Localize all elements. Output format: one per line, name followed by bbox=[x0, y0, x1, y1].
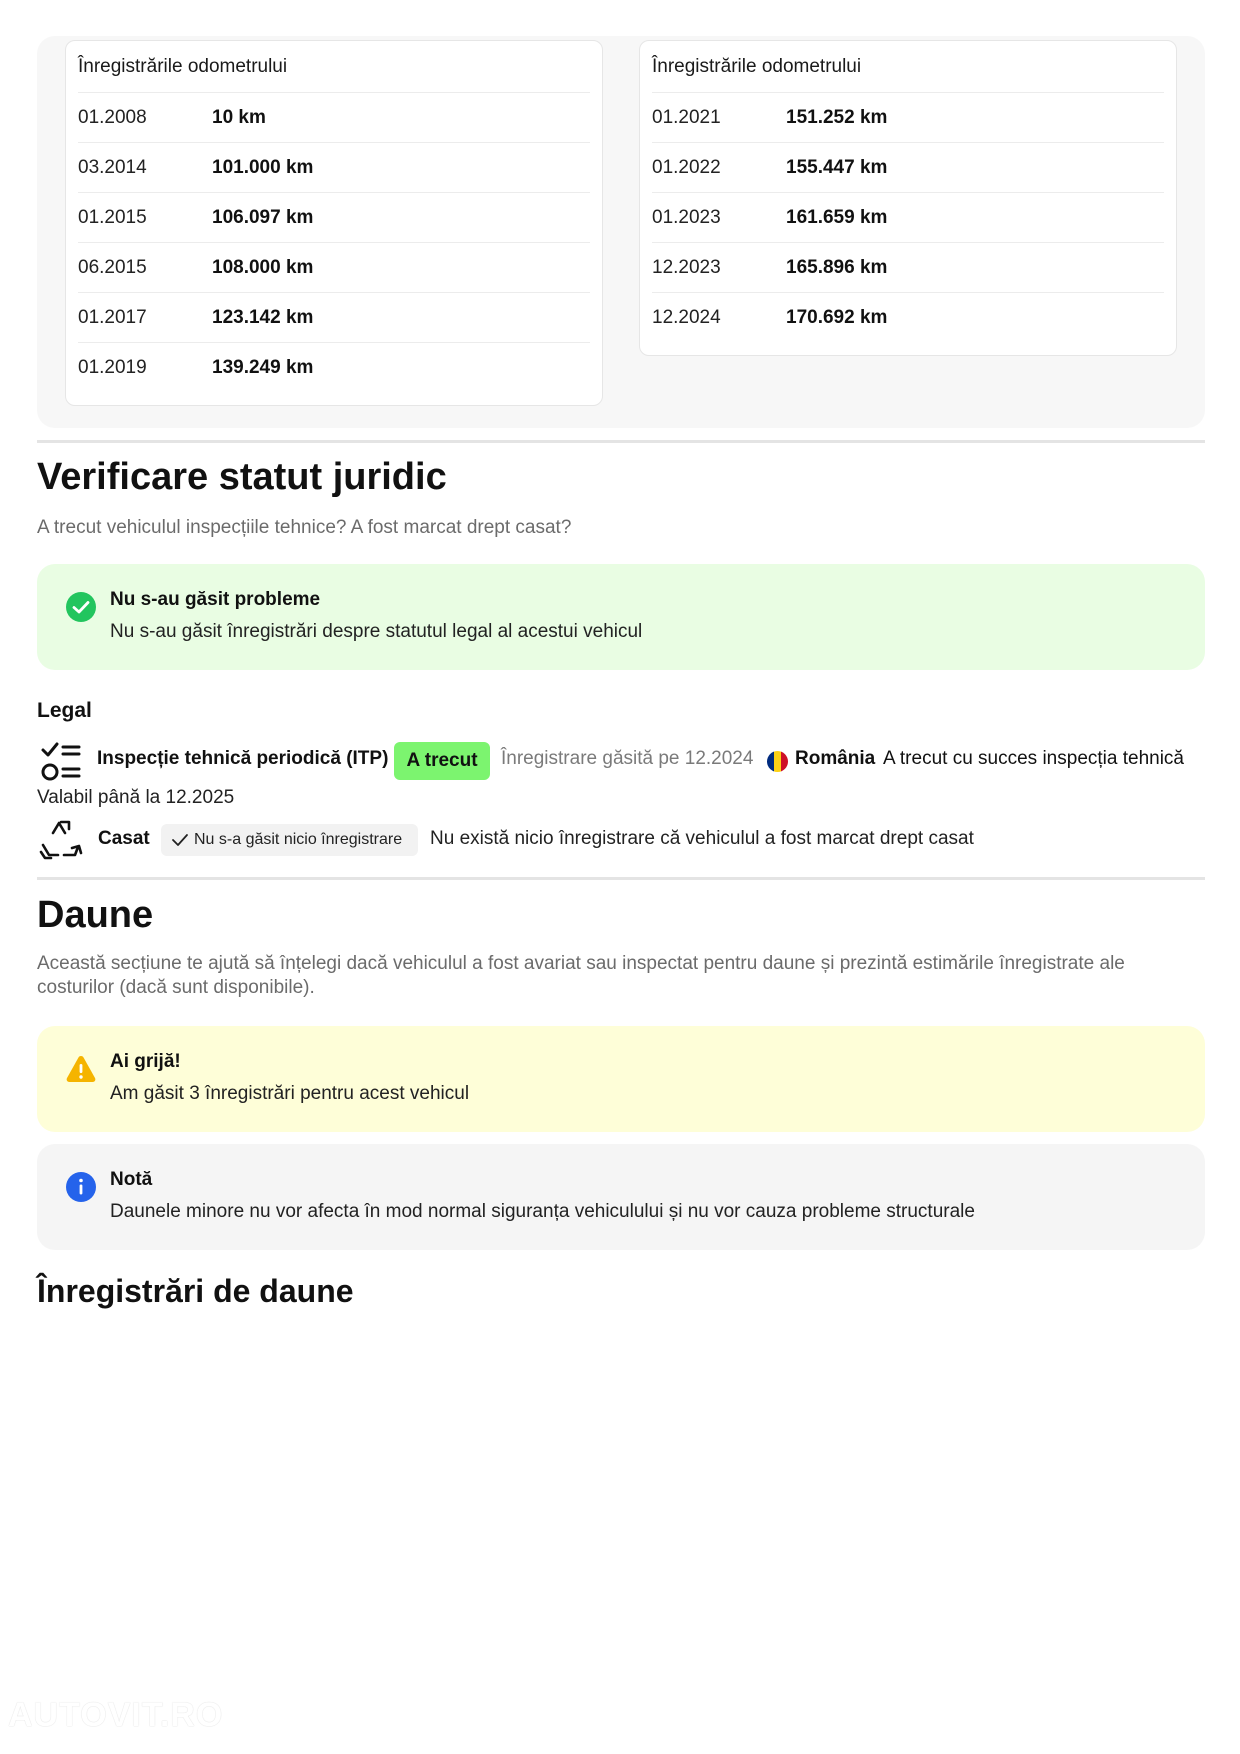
odometer-row: 12.2023 165.896 km bbox=[652, 243, 1164, 293]
romania-flag-icon bbox=[767, 751, 788, 772]
legal-heading: Legal bbox=[37, 699, 92, 722]
itp-found-date: Înregistrare găsită pe 12.2024 bbox=[501, 748, 754, 769]
odometer-date: 01.2021 bbox=[652, 106, 721, 128]
check-circle-icon bbox=[66, 592, 96, 622]
casat-status-badge: Nu s-a găsit nicio înregistrare bbox=[161, 824, 418, 856]
odometer-km: 108.000 km bbox=[212, 256, 314, 278]
odometer-date: 01.2008 bbox=[78, 106, 147, 128]
alert-text: Am găsit 3 înregistrări pentru acest veh… bbox=[110, 1083, 470, 1104]
itp-valid-until: Valabil până la 12.2025 bbox=[37, 787, 235, 808]
odometer-section: Înregistrările odometrului 01.2008 10 km … bbox=[37, 36, 1205, 428]
odometer-km: 101.000 km bbox=[212, 156, 314, 178]
odometer-date: 03.2014 bbox=[78, 156, 147, 178]
legal-status-title: Verificare statut juridic bbox=[37, 456, 447, 498]
damage-description-line: costurilor (dacă sunt disponibile). bbox=[37, 977, 315, 998]
damage-description: Această secțiune te ajută să înțelegi da… bbox=[37, 952, 1125, 1000]
warning-icon bbox=[66, 1056, 96, 1082]
odometer-card-title: Înregistrările odometrului bbox=[78, 41, 590, 93]
casat-description: Nu există nicio înregistrare că vehiculu… bbox=[430, 828, 974, 849]
alert-title: Nu s-au găsit probleme bbox=[110, 589, 321, 610]
odometer-km: 161.659 km bbox=[786, 206, 888, 228]
itp-result: A trecut cu succes inspecția tehnică bbox=[883, 748, 1184, 769]
alert-title: Notă bbox=[110, 1169, 153, 1190]
odometer-row: 12.2024 170.692 km bbox=[652, 293, 1164, 343]
odometer-date: 12.2023 bbox=[652, 256, 721, 278]
section-divider bbox=[37, 440, 1205, 443]
alert-text: Daunele minore nu vor afecta în mod norm… bbox=[110, 1201, 975, 1222]
odometer-km: 10 km bbox=[212, 106, 266, 128]
alert-title: Ai grijă! bbox=[110, 1051, 181, 1072]
note-alert: Notă Daunele minore nu vor afecta în mod… bbox=[37, 1144, 1205, 1250]
odometer-row: 01.2019 139.249 km bbox=[78, 343, 590, 393]
odometer-row: 06.2015 108.000 km bbox=[78, 243, 590, 293]
watermark-logo: AUTOVIT.RO bbox=[8, 1696, 224, 1734]
odometer-card-left: Înregistrările odometrului 01.2008 10 km … bbox=[65, 40, 603, 406]
casat-badge-text: Nu s-a găsit nicio înregistrare bbox=[194, 831, 403, 848]
odometer-km: 155.447 km bbox=[786, 156, 888, 178]
check-icon bbox=[172, 834, 188, 846]
odometer-row: 01.2008 10 km bbox=[78, 93, 590, 143]
odometer-km: 165.896 km bbox=[786, 256, 888, 278]
odometer-row: 01.2023 161.659 km bbox=[652, 193, 1164, 243]
odometer-date: 12.2024 bbox=[652, 307, 721, 328]
legal-status-subtitle: A trecut vehiculul inspecțiile tehnice? … bbox=[37, 517, 572, 538]
itp-status-badge: A trecut bbox=[394, 742, 490, 780]
odometer-km: 139.249 km bbox=[212, 357, 314, 378]
damage-records-title: Înregistrări de daune bbox=[37, 1273, 354, 1309]
odometer-row: 01.2015 106.097 km bbox=[78, 193, 590, 243]
recycle-icon bbox=[39, 820, 83, 860]
alert-text: Nu s-au găsit înregistrări despre statut… bbox=[110, 621, 643, 642]
odometer-km: 170.692 km bbox=[786, 307, 888, 328]
odometer-row: 01.2017 123.142 km bbox=[78, 293, 590, 343]
damage-description-line: Această secțiune te ajută să înțelegi da… bbox=[37, 953, 1125, 974]
odometer-date: 01.2015 bbox=[78, 206, 147, 228]
damage-title: Daune bbox=[37, 894, 154, 936]
checklist-icon bbox=[41, 742, 81, 781]
odometer-date: 01.2023 bbox=[652, 206, 721, 228]
odometer-row: 01.2022 155.447 km bbox=[652, 143, 1164, 193]
odometer-km: 123.142 km bbox=[212, 306, 314, 328]
odometer-km: 106.097 km bbox=[212, 206, 314, 228]
odometer-date: 01.2019 bbox=[78, 357, 147, 378]
odometer-km: 151.252 km bbox=[786, 106, 888, 128]
odometer-date: 06.2015 bbox=[78, 256, 147, 278]
odometer-card-title: Înregistrările odometrului bbox=[652, 41, 1164, 93]
odometer-date: 01.2017 bbox=[78, 306, 147, 328]
casat-label: Casat bbox=[98, 828, 150, 849]
itp-country: România bbox=[795, 748, 876, 769]
info-icon bbox=[66, 1172, 96, 1202]
odometer-row: 03.2014 101.000 km bbox=[78, 143, 590, 193]
odometer-date: 01.2022 bbox=[652, 156, 721, 178]
itp-label: Inspecție tehnică periodică (ITP) bbox=[97, 748, 389, 769]
odometer-row: 01.2021 151.252 km bbox=[652, 93, 1164, 143]
odometer-card-right: Înregistrările odometrului 01.2021 151.25… bbox=[639, 40, 1177, 356]
section-divider bbox=[37, 877, 1205, 880]
no-problems-alert: Nu s-au găsit probleme Nu s-au găsit înr… bbox=[37, 564, 1205, 670]
warning-alert: Ai grijă! Am găsit 3 înregistrări pentru… bbox=[37, 1026, 1205, 1132]
